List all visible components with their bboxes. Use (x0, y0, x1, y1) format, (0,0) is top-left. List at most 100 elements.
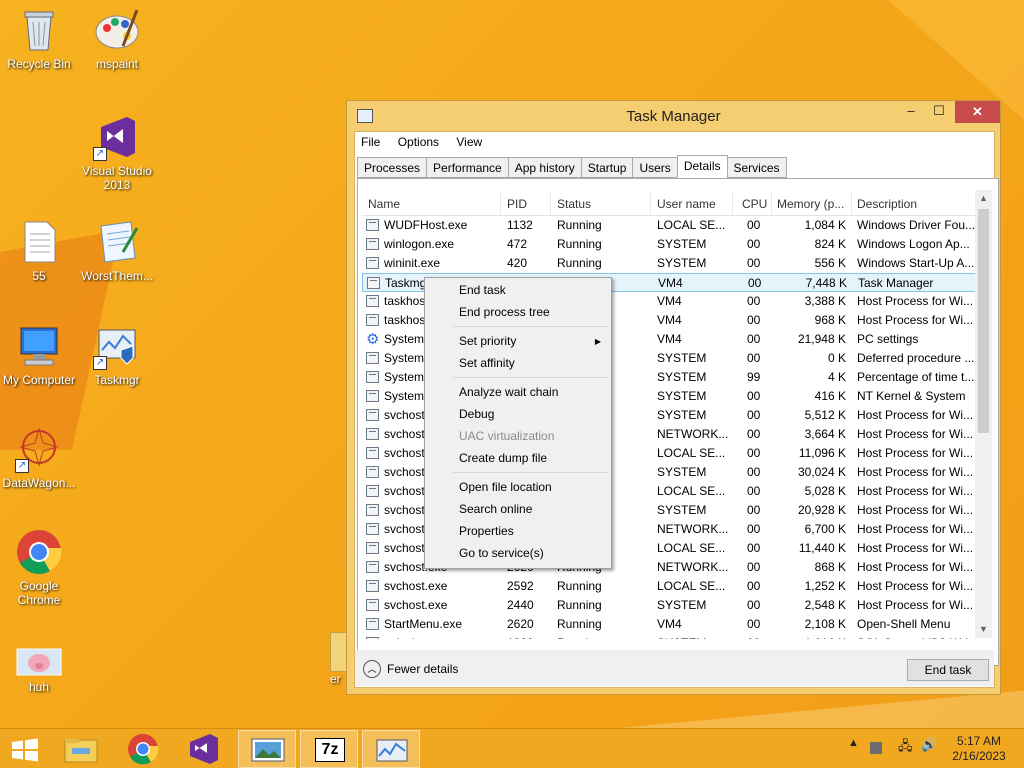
column-header-status[interactable]: Status (557, 197, 647, 211)
desktop-icon-taskmgr[interactable]: ↗ Taskmgr (75, 322, 159, 387)
desktop-icon-google-chrome[interactable]: Google Chrome (0, 528, 81, 607)
menu-bar: File Options View (355, 132, 994, 154)
menu-item-properties[interactable]: Properties (459, 524, 514, 538)
desktop-icon-my-computer[interactable]: My Computer (0, 322, 81, 387)
menu-item-create-dump-file[interactable]: Create dump file (459, 451, 547, 465)
column-header-description[interactable]: Description (857, 197, 977, 211)
start-button[interactable] (0, 730, 50, 768)
table-row[interactable]: wininit.exe 420 Running SYSTEM 00 556 K Window… (362, 254, 982, 273)
volume-icon[interactable]: 🔊 (921, 737, 937, 753)
desktop-icon-datawagon[interactable]: ↗ DataWagon... (0, 425, 81, 490)
desktop-icon-55[interactable]: 55 (0, 218, 81, 283)
taskbar-visual-studio[interactable] (176, 730, 234, 768)
table-row[interactable]: svchost.exe 2440 Running SYSTEM 00 2,548 K Hos… (362, 596, 982, 615)
cell-pid: 420 (507, 256, 528, 270)
process-icon (366, 485, 379, 497)
cell-mem: 2,108 K (804, 617, 846, 631)
wallpaper-shape (597, 690, 1024, 730)
column-header-name[interactable]: Name (368, 197, 498, 211)
menu-item-set-priority[interactable]: Set priority (459, 334, 516, 348)
menu-options[interactable]: Options (398, 135, 439, 149)
system-clock[interactable]: 5:17 AM 2/16/2023 (944, 734, 1014, 764)
menu-item-set-affinity[interactable]: Set affinity (459, 356, 515, 370)
desktop-icon-mspaint[interactable]: mspaint (75, 6, 159, 71)
fewer-details-button[interactable]: ︿ Fewer details (363, 660, 458, 678)
cell-mem: 1,016 K (774, 636, 846, 639)
menu-item-end-process-tree[interactable]: End process tree (459, 305, 550, 319)
tab-processes[interactable]: Processes (357, 157, 428, 178)
menu-item-open-file-location[interactable]: Open file location (459, 480, 552, 494)
cell-pid: 2592 (507, 579, 534, 593)
menu-separator (453, 377, 608, 378)
desktop-icon-huh[interactable]: huh (0, 643, 81, 694)
visual-studio-icon (190, 734, 218, 764)
desktop-icon-visual-studio[interactable]: ↗ Visual Studio 2013 (75, 113, 159, 192)
tab-services[interactable]: Services (726, 157, 787, 178)
cell-name: svchost.exe (384, 598, 448, 612)
table-row[interactable]: svchost.exe 2592 Running LOCAL SE... 00 1,252… (362, 577, 982, 596)
network-icon[interactable]: 🖧 (898, 737, 913, 759)
column-header-pid[interactable]: PID (507, 197, 552, 211)
cell-mem: 3,388 K (804, 294, 846, 308)
table-row[interactable]: sqlwriter.exe 1288 Running SYSTEM 00 1,016 K S… (362, 634, 982, 639)
cell-user: SYSTEM (657, 256, 707, 270)
fewer-details-label: Fewer details (387, 662, 459, 676)
tab-startup[interactable]: Startup (580, 157, 634, 178)
cell-user: NETWORK... (657, 560, 729, 574)
scrollbar-thumb[interactable] (978, 209, 989, 433)
cell-mem: 5,028 K (804, 484, 846, 498)
tab-app-history[interactable]: App history (507, 157, 582, 178)
close-button[interactable]: ✕ (955, 101, 1000, 123)
cell-user: VM4 (657, 332, 682, 346)
cell-desc: Host Process for Wi... (857, 294, 974, 308)
cell-cpu: 00 (747, 598, 761, 612)
pig-image-icon (15, 643, 63, 677)
end-task-button[interactable]: End task (907, 659, 989, 681)
table-row[interactable]: winlogon.exe 472 Running SYSTEM 00 824 K Windo… (362, 235, 982, 254)
context-menu: End task End process tree Set priority ▶… (424, 277, 612, 569)
cell-user: VM4 (657, 294, 682, 308)
desktop-icon-recycle-bin[interactable]: Recycle Bin (0, 6, 81, 71)
scroll-down-arrow-icon[interactable]: ▼ (975, 621, 992, 638)
menu-item-go-to-services[interactable]: Go to service(s) (459, 546, 544, 560)
taskbar-file-explorer[interactable] (52, 730, 110, 768)
menu-view[interactable]: View (456, 135, 482, 149)
menu-file[interactable]: File (361, 135, 380, 149)
show-hidden-icons-icon[interactable]: ▲ (848, 737, 859, 749)
scroll-up-arrow-icon[interactable]: ▲ (975, 190, 992, 207)
action-center-icon[interactable] (870, 742, 882, 754)
text-file-icon (15, 218, 63, 266)
table-row[interactable]: WUDFHost.exe 1132 Running LOCAL SE... 00 1,08… (362, 216, 982, 235)
cell-desc: Host Process for Wi... (857, 446, 974, 460)
column-header-user-name[interactable]: User name (657, 197, 731, 211)
cell-user: SYSTEM (657, 370, 707, 384)
cell-user: SYSTEM (657, 351, 707, 365)
vertical-scrollbar[interactable]: ▲ ▼ (975, 190, 992, 638)
maximize-button[interactable]: ☐ (925, 101, 953, 123)
menu-item-debug[interactable]: Debug (459, 407, 494, 421)
menu-item-search-online[interactable]: Search online (459, 502, 532, 516)
desktop-icon-worsttheme[interactable]: WorstThem... (75, 218, 159, 283)
taskbar-photo-viewer[interactable] (238, 730, 296, 768)
process-icon (366, 295, 379, 307)
column-header-cpu[interactable]: CPU (742, 197, 772, 211)
tab-users[interactable]: Users (632, 157, 678, 178)
taskbar-chrome[interactable] (114, 730, 172, 768)
process-icon (366, 352, 379, 364)
menu-item-end-task[interactable]: End task (459, 283, 506, 297)
tab-performance[interactable]: Performance (426, 157, 509, 178)
process-icon (366, 561, 379, 573)
process-icon (366, 390, 379, 402)
table-row[interactable]: StartMenu.exe 2620 Running VM4 00 2,108 K Open… (362, 615, 982, 634)
title-bar[interactable]: Task Manager – ☐ ✕ (347, 101, 1000, 131)
minimize-button[interactable]: – (897, 101, 925, 123)
taskbar-task-manager[interactable] (362, 730, 420, 768)
cell-desc: Percentage of time t... (857, 370, 975, 384)
column-header-memory[interactable]: Memory (p... (777, 197, 851, 211)
cell-cpu: 00 (747, 389, 761, 403)
tab-details[interactable]: Details (676, 155, 728, 178)
desktop-icon-label: Visual Studio 2013 (82, 164, 152, 192)
taskbar-7zip[interactable]: 7z (300, 730, 358, 768)
shortcut-arrow-icon: ↗ (93, 356, 107, 370)
menu-item-analyze-wait-chain[interactable]: Analyze wait chain (459, 385, 558, 399)
